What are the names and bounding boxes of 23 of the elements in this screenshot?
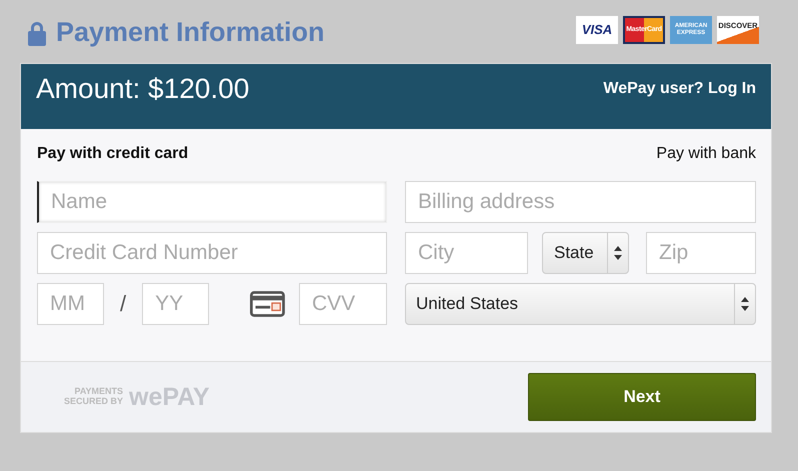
card-number-field[interactable]: Credit Card Number <box>37 232 387 274</box>
zip-field[interactable]: Zip <box>646 232 756 274</box>
country-select[interactable]: United States <box>405 283 756 325</box>
payment-tab[interactable]: Pay with credit card <box>37 145 188 163</box>
page-title: Payment Information <box>56 17 325 48</box>
payment-tab[interactable]: Pay with bank <box>656 145 756 163</box>
amount-text: Amount: $120.00 <box>36 72 250 104</box>
next-button[interactable]: Next <box>528 373 756 421</box>
state-select[interactable]: State <box>542 232 629 274</box>
month-field[interactable]: MM <box>37 283 104 325</box>
card-logo: VISA <box>576 16 618 44</box>
updown-icon <box>614 246 622 260</box>
name-field[interactable]: Name <box>37 181 387 223</box>
updown-icon <box>741 297 749 311</box>
billing-address-field[interactable]: Billing address <box>405 181 756 223</box>
year-field[interactable]: YY <box>142 283 210 325</box>
cvv-field[interactable]: CVV <box>299 283 387 325</box>
date-separator: / <box>120 291 126 317</box>
city-field[interactable]: City <box>405 232 528 274</box>
secured-by-text: PAYMENTS SECURED BY <box>62 387 123 407</box>
credit-card-icon <box>250 290 285 318</box>
lock-icon <box>27 20 47 46</box>
login-link[interactable]: WePay user? Log In <box>603 80 756 98</box>
